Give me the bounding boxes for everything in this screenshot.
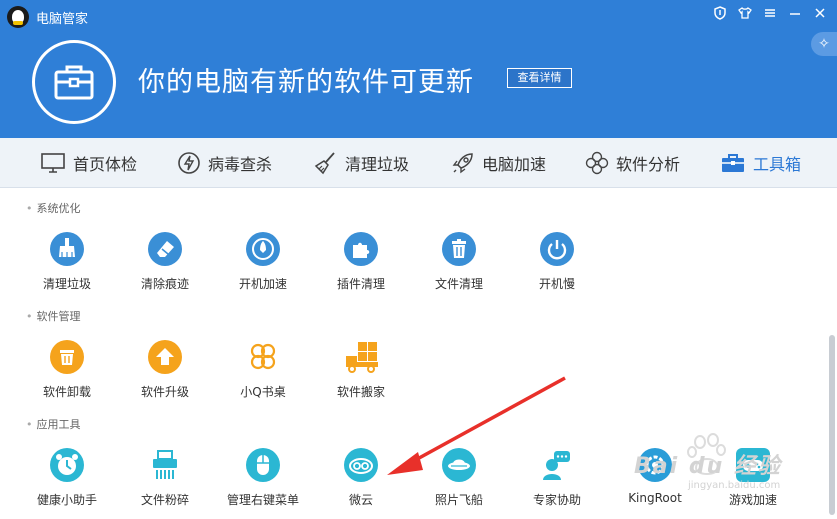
baidu-watermark: Bai du 经验 jingyan.baidu.com (620, 432, 820, 498)
clock-icon (50, 448, 84, 482)
upgrade-icon (148, 340, 182, 374)
rocket-icon (452, 153, 473, 174)
section-title-system-optimize: 系统优化 (26, 200, 81, 216)
watermark-text: Bai du 经验 (634, 454, 782, 479)
ufo-icon (442, 448, 476, 482)
nav-item-software-analysis[interactable]: 软件分析 (585, 150, 680, 176)
tool-slow-boot[interactable]: 开机慢 (512, 232, 602, 292)
shredder-icon (148, 448, 182, 482)
close-icon[interactable] (811, 6, 829, 24)
tool-uninstall[interactable]: 软件卸载 (22, 340, 112, 400)
skin-shirt-icon[interactable] (736, 6, 754, 24)
nav-label: 首页体检 (73, 155, 138, 174)
tool-weiyun[interactable]: 微云 (316, 448, 406, 508)
update-message: 你的电脑有新的软件可更新 (138, 67, 474, 98)
tool-health-assistant[interactable]: 健康小助手 (22, 448, 112, 508)
puzzle-icon (344, 232, 378, 266)
sparkle-icon[interactable]: ✧ (811, 32, 837, 56)
tool-q-desk[interactable]: 小Q书桌 (218, 340, 308, 400)
section-title-app-tools: 应用工具 (26, 416, 81, 432)
toolbox-icon (722, 154, 744, 172)
tool-expert-help[interactable]: 专家协助 (512, 448, 602, 508)
trash-icon (442, 232, 476, 266)
nav-item-speedup[interactable]: 电脑加速 (451, 150, 546, 176)
section-title-software-manage: 软件管理 (26, 308, 81, 324)
view-details-button[interactable]: 查看详情 (507, 68, 572, 88)
menu-icon[interactable] (761, 6, 779, 24)
mouse-icon (246, 448, 280, 482)
nav-item-home-checkup[interactable]: 首页体检 (40, 150, 137, 176)
eraser-icon (148, 232, 182, 266)
nav-item-clean-junk[interactable]: 清理垃圾 (314, 150, 409, 176)
uninstall-icon (50, 340, 84, 374)
broom-icon (50, 232, 84, 266)
vertical-scrollbar[interactable] (829, 335, 835, 515)
broom-icon (314, 152, 335, 175)
nav-item-toolbox[interactable]: 工具箱 (720, 150, 801, 176)
qq-penguin-logo-icon (7, 6, 29, 28)
cloud-icon (344, 448, 378, 482)
clover-icon (246, 340, 280, 374)
nav-label: 工具箱 (753, 155, 802, 174)
tool-file-shredder[interactable]: 文件粉碎 (120, 448, 210, 508)
monitor-icon (41, 153, 65, 173)
shield-icon[interactable] (711, 6, 729, 24)
flower-icon (585, 151, 609, 175)
toolbox-icon (54, 65, 94, 100)
toolbox-circle (32, 40, 116, 124)
window-controls (711, 6, 829, 24)
tool-file-clean[interactable]: 文件清理 (414, 232, 504, 292)
rocket-icon (246, 232, 280, 266)
app-title: 电脑管家 (36, 12, 89, 27)
nav-label: 电脑加速 (482, 155, 547, 174)
nav-label: 软件分析 (616, 155, 681, 174)
expert-icon (540, 448, 574, 482)
nav-item-virus-scan[interactable]: 病毒查杀 (177, 150, 272, 176)
tool-clean-junk[interactable]: 清理垃圾 (22, 232, 112, 292)
nav-label: 病毒查杀 (208, 155, 273, 174)
nav-label: 清理垃圾 (345, 155, 410, 174)
truck-icon (344, 340, 378, 374)
minimize-icon[interactable] (786, 6, 804, 24)
tool-software-move[interactable]: 软件搬家 (316, 340, 406, 400)
tool-photo-ship[interactable]: 照片飞船 (414, 448, 504, 508)
power-icon (540, 232, 574, 266)
tool-clear-traces[interactable]: 清除痕迹 (120, 232, 210, 292)
watermark-url: jingyan.baidu.com (688, 480, 781, 491)
tool-plugin-clean[interactable]: 插件清理 (316, 232, 406, 292)
top-banner: 电脑管家 ✧ 你的电脑有新的软件可更新 查看详情 (0, 0, 837, 138)
tool-upgrade[interactable]: 软件升级 (120, 340, 210, 400)
tool-context-menu[interactable]: 管理右键菜单 (218, 448, 308, 508)
lightning-icon (178, 152, 200, 174)
tool-boot-speedup[interactable]: 开机加速 (218, 232, 308, 292)
main-nav: 首页体检 病毒查杀 清理垃圾 电脑加速 软件分析 工具箱 (0, 138, 837, 188)
